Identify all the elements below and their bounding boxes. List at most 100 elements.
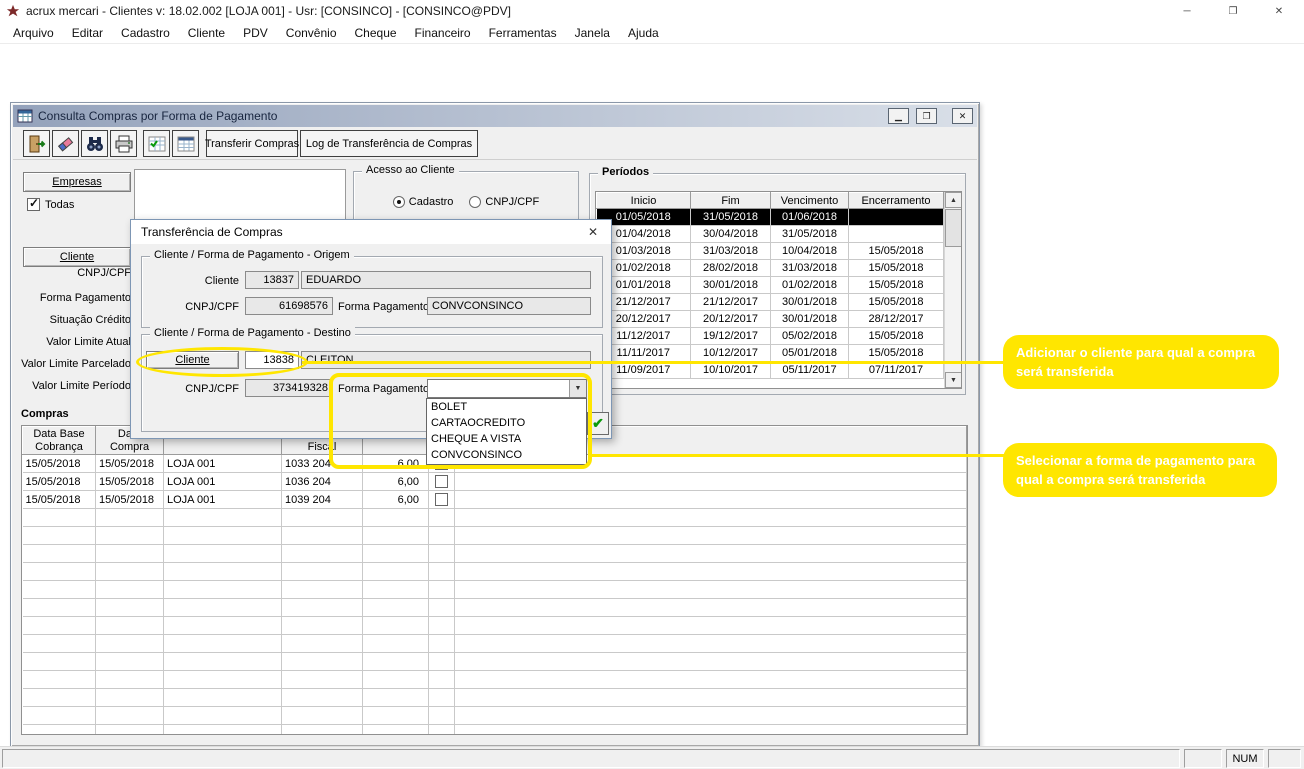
table-row[interactable]: 11/09/2017 10/10/2017 05/11/2017 07/11/2017 xyxy=(596,361,944,379)
menu-cheque[interactable]: Cheque xyxy=(346,23,406,43)
child-restore-icon[interactable]: ❐ xyxy=(916,108,937,124)
menu-arquivo[interactable]: Arquivo xyxy=(4,23,63,43)
table-row[interactable] xyxy=(22,706,967,725)
menu-pdv[interactable]: PDV xyxy=(234,23,277,43)
table-cell xyxy=(848,225,944,243)
child-titlebar[interactable]: Consulta Compras por Forma de Pagamento … xyxy=(13,105,977,127)
table-row[interactable]: 01/03/2018 31/03/2018 10/04/2018 15/05/2018 xyxy=(596,242,944,260)
table-row[interactable] xyxy=(22,634,967,653)
num-indicator: NUM xyxy=(1232,752,1258,765)
compras-table: Data BaseCobrança DataCompra Fiscal 15/0… xyxy=(22,426,967,734)
empresas-listbox[interactable] xyxy=(134,169,346,221)
menu-financeiro[interactable]: Financeiro xyxy=(406,23,480,43)
table-row[interactable] xyxy=(22,508,967,527)
table-row[interactable]: 15/05/2018 15/05/2018 LOJA 001 1039 204 6,00 xyxy=(22,490,967,509)
menu-janela[interactable]: Janela xyxy=(566,23,619,43)
destino-cnpj-field[interactable]: 373419328 xyxy=(245,379,333,397)
mark-button[interactable] xyxy=(143,130,170,157)
child-close-icon[interactable]: ✕ xyxy=(952,108,973,124)
restore-icon[interactable]: ❐ xyxy=(1210,0,1256,22)
app-titlebar[interactable]: acrux mercari - Clientes v: 18.02.002 [L… xyxy=(0,0,1304,22)
child-minimize-icon[interactable]: ▁ xyxy=(888,108,909,124)
origem-group: Cliente / Forma de Pagamento - Origem Cl… xyxy=(141,249,603,328)
eraser-icon xyxy=(57,136,73,152)
periodos-scrollbar[interactable]: ▲ ▼ xyxy=(944,192,961,388)
table-row[interactable]: 01/02/2018 28/02/2018 31/03/2018 15/05/2018 xyxy=(596,259,944,277)
scroll-up-icon[interactable]: ▲ xyxy=(945,192,961,208)
table-row[interactable]: 21/12/2017 21/12/2017 30/01/2018 15/05/2018 xyxy=(596,293,944,311)
status-panel-4 xyxy=(1268,749,1301,768)
table-row[interactable] xyxy=(22,526,967,545)
row-checkbox[interactable] xyxy=(435,475,448,488)
periodos-group-title: Períodos xyxy=(598,166,654,178)
table-row[interactable] xyxy=(22,670,967,689)
dialog-close-icon[interactable]: ✕ xyxy=(580,223,606,241)
radio-cnpjcpf[interactable] xyxy=(469,196,482,208)
columns-button[interactable] xyxy=(172,130,199,157)
transferir-compras-button[interactable]: Transferir Compras xyxy=(205,130,299,157)
table-cell xyxy=(454,652,967,671)
search-button[interactable] xyxy=(81,130,108,157)
column-header-vencimento[interactable]: Vencimento xyxy=(770,192,849,209)
scrollbar-thumb[interactable] xyxy=(945,209,961,247)
column-header-encerramento[interactable]: Encerramento xyxy=(848,192,944,209)
status-panel-2 xyxy=(1184,749,1222,768)
table-row[interactable] xyxy=(22,580,967,599)
column-header-fim[interactable]: Fim xyxy=(690,192,771,209)
table-cell xyxy=(95,724,164,734)
origem-cliente-code-field[interactable]: 13837 xyxy=(245,271,299,289)
table-row[interactable]: 11/11/2017 10/12/2017 05/01/2018 15/05/2018 xyxy=(596,344,944,362)
empresas-button[interactable]: Empresas xyxy=(23,172,131,192)
table-row[interactable] xyxy=(22,616,967,635)
label-valor-limite-periodo: Valor Limite Período xyxy=(32,380,131,392)
table-cell xyxy=(848,208,944,226)
table-cell xyxy=(281,562,363,581)
origem-cnpj-field[interactable]: 61698576 xyxy=(245,297,333,315)
dialog-titlebar[interactable]: Transferência de Compras ✕ xyxy=(131,220,611,244)
table-cell xyxy=(362,724,429,734)
table-cell xyxy=(95,580,164,599)
menu-ajuda[interactable]: Ajuda xyxy=(619,23,668,43)
table-cell xyxy=(428,634,455,653)
table-row[interactable]: 01/04/2018 30/04/2018 31/05/2018 xyxy=(596,225,944,243)
cliente-button[interactable]: Cliente xyxy=(23,247,131,267)
origem-cliente-name-field[interactable]: EDUARDO xyxy=(301,271,591,289)
table-row[interactable] xyxy=(22,562,967,581)
table-cell xyxy=(95,526,164,545)
log-transferencia-button[interactable]: Log de Transferência de Compras xyxy=(300,130,478,157)
caption-buttons: ─ ❐ ✕ xyxy=(1164,0,1302,22)
table-row[interactable] xyxy=(22,544,967,563)
table-row[interactable] xyxy=(22,724,967,734)
origem-forma-field[interactable]: CONVCONSINCO xyxy=(427,297,591,315)
table-cell: LOJA 001 xyxy=(163,454,282,473)
table-row[interactable] xyxy=(22,688,967,707)
table-row[interactable]: 11/12/2017 19/12/2017 05/02/2018 15/05/2018 xyxy=(596,327,944,345)
table-row[interactable]: 01/05/2018 31/05/2018 01/06/2018 xyxy=(596,208,944,226)
table-row[interactable] xyxy=(22,598,967,617)
column-header-data-base[interactable]: Data Base Cobrança xyxy=(22,426,96,455)
table-row[interactable] xyxy=(22,652,967,671)
table-cell xyxy=(454,562,967,581)
menu-convenio[interactable]: Convênio xyxy=(277,23,346,43)
close-icon[interactable]: ✕ xyxy=(1256,0,1302,22)
exit-button[interactable] xyxy=(23,130,50,157)
scroll-down-icon[interactable]: ▼ xyxy=(945,372,961,388)
print-button[interactable] xyxy=(110,130,137,157)
table-cell: 10/04/2018 xyxy=(770,242,849,260)
clear-button[interactable] xyxy=(52,130,79,157)
column-header-inicio[interactable]: Inicio xyxy=(596,192,691,209)
table-cell xyxy=(163,634,282,653)
radio-cadastro[interactable] xyxy=(392,196,405,208)
menu-cliente[interactable]: Cliente xyxy=(179,23,234,43)
todas-checkbox[interactable] xyxy=(27,196,40,211)
destino-cliente-name-field[interactable]: CLEITON xyxy=(301,351,591,369)
row-checkbox[interactable] xyxy=(435,493,448,506)
minimize-icon[interactable]: ─ xyxy=(1164,0,1210,22)
menu-editar[interactable]: Editar xyxy=(63,23,112,43)
table-row[interactable]: 01/01/2018 30/01/2018 01/02/2018 15/05/2018 xyxy=(596,276,944,294)
table-row[interactable]: 15/05/2018 15/05/2018 LOJA 001 1036 204 6,00 xyxy=(22,472,967,491)
table-row[interactable]: 20/12/2017 20/12/2017 30/01/2018 28/12/2017 xyxy=(596,310,944,328)
menu-cadastro[interactable]: Cadastro xyxy=(112,23,179,43)
table-cell xyxy=(163,598,282,617)
menu-ferramentas[interactable]: Ferramentas xyxy=(480,23,566,43)
